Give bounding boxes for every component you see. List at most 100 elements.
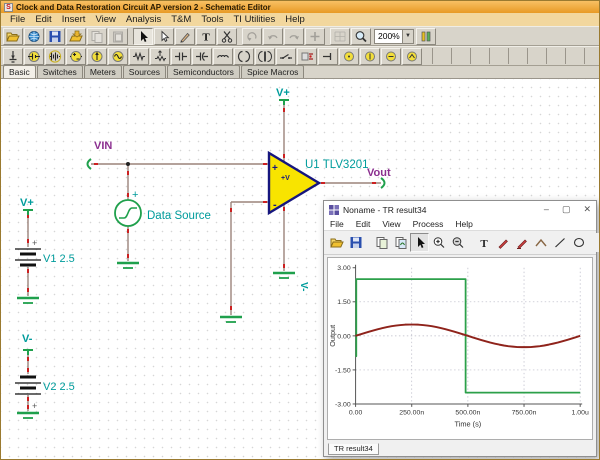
data-source-label[interactable]: Data Source	[147, 210, 211, 222]
electrolytic-capacitor-button[interactable]	[192, 48, 212, 65]
ground-symbols[interactable]	[17, 263, 295, 418]
select-tool-button[interactable]	[133, 28, 153, 45]
current-source-button[interactable]	[87, 48, 107, 65]
coupled-inductor-button[interactable]	[234, 48, 254, 65]
transient-chart[interactable]: 3.001.500.00-1.50-3.000.00250.00n500.00n…	[328, 258, 592, 439]
plot-area[interactable]: 3.001.500.00-1.50-3.000.00250.00n500.00n…	[327, 257, 593, 440]
zoom-out-button[interactable]	[448, 233, 467, 252]
ellipse-tool-button[interactable]	[569, 233, 588, 252]
dropdown-arrow-icon[interactable]: ▼	[402, 30, 413, 43]
tab-spice-macros[interactable]: Spice Macros	[241, 65, 305, 78]
maximize-button[interactable]: ▢	[562, 205, 571, 214]
opamp-vminus-rail-label[interactable]: V-	[298, 282, 309, 291]
v1-rail-terminal[interactable]	[23, 210, 33, 215]
ground-opamp-vminus[interactable]	[273, 273, 295, 278]
plot-title-bar[interactable]: Noname - TR result34 – ▢ ✕	[324, 201, 596, 218]
ohmmeter-button[interactable]	[381, 48, 401, 65]
result-tab[interactable]: TR result34	[328, 443, 379, 455]
battery-component-button[interactable]	[24, 48, 44, 65]
vin-terminal[interactable]	[88, 159, 92, 169]
ground-data-source[interactable]	[117, 263, 139, 268]
select-region-button[interactable]	[154, 28, 174, 45]
delete-tool-button[interactable]	[217, 28, 237, 45]
menu-help[interactable]: Help	[280, 14, 310, 25]
tab-switches[interactable]: Switches	[37, 65, 83, 78]
line-tool-button[interactable]	[550, 233, 569, 252]
plot-cursor-button[interactable]	[410, 233, 429, 252]
vout-terminal[interactable]	[381, 178, 385, 188]
menu-analysis[interactable]: Analysis	[121, 14, 166, 25]
zoom-level-select[interactable]: 200% ▼	[374, 29, 414, 44]
zoom-in-button[interactable]	[429, 233, 448, 252]
open-button[interactable]	[3, 28, 23, 45]
copy-button[interactable]	[87, 28, 107, 45]
menu-view[interactable]: View	[90, 14, 120, 25]
title-bar[interactable]: S Clock and Data Restoration Circuit AP …	[1, 1, 599, 13]
voltmeter-button[interactable]	[339, 48, 359, 65]
plot-open-button[interactable]	[327, 233, 346, 252]
plot-menu-process[interactable]: Process	[407, 219, 450, 229]
redo-button[interactable]	[284, 28, 304, 45]
ammeter-button[interactable]	[360, 48, 380, 65]
switch-component-button[interactable]	[276, 48, 296, 65]
vin-label[interactable]: VIN	[94, 140, 112, 152]
v2-rail-terminal[interactable]	[23, 350, 33, 355]
opamp-vplus-rail-label[interactable]: V+	[276, 87, 290, 99]
copy-curve-button[interactable]	[391, 233, 410, 252]
rotate-left-button[interactable]	[242, 28, 262, 45]
close-button[interactable]: ✕	[583, 205, 591, 214]
generator-component-button[interactable]	[108, 48, 128, 65]
v2-rail-label[interactable]: V-	[22, 333, 33, 345]
opamp-ref-label[interactable]: U1 TLV3201	[305, 159, 369, 171]
component-pins-button[interactable]	[416, 28, 436, 45]
inductor-component-button[interactable]	[213, 48, 233, 65]
grid-toggle-button[interactable]	[330, 28, 350, 45]
save-button[interactable]	[45, 28, 65, 45]
plot-save-button[interactable]	[346, 233, 365, 252]
tab-sources[interactable]: Sources	[123, 65, 166, 78]
undo-button[interactable]	[263, 28, 283, 45]
v1-value-label[interactable]: V1 2.5	[43, 253, 75, 265]
ruler-button[interactable]	[531, 233, 550, 252]
add-button[interactable]	[305, 28, 325, 45]
v1-battery-symbol[interactable]	[15, 249, 41, 265]
jumper-component-button[interactable]	[3, 48, 23, 65]
minimize-button[interactable]: –	[544, 205, 549, 214]
vout-label[interactable]: Vout	[367, 167, 391, 179]
menu-insert[interactable]: Insert	[57, 14, 91, 25]
menu-ti-utilities[interactable]: TI Utilities	[229, 14, 281, 25]
plot-menu-view[interactable]: View	[376, 219, 406, 229]
plot-menu-help[interactable]: Help	[449, 219, 478, 229]
copy-page-button[interactable]	[372, 233, 391, 252]
multicell-battery-button[interactable]	[45, 48, 65, 65]
tab-semiconductors[interactable]: Semiconductors	[167, 65, 240, 78]
export-button[interactable]	[66, 28, 86, 45]
potentiometer-button[interactable]	[150, 48, 170, 65]
voltage-pin-button[interactable]	[318, 48, 338, 65]
capacitor-component-button[interactable]	[171, 48, 191, 65]
v1-rail-label[interactable]: V+	[20, 197, 34, 209]
text-tool-button[interactable]: T	[196, 28, 216, 45]
menu-edit[interactable]: Edit	[30, 14, 56, 25]
voltage-source-button[interactable]	[66, 48, 86, 65]
menu-tm[interactable]: T&M	[166, 14, 196, 25]
zoom-button[interactable]	[351, 28, 371, 45]
ground-v1[interactable]	[17, 298, 39, 303]
vplus-rail-terminal[interactable]	[279, 100, 289, 105]
wire-tool-button[interactable]	[175, 28, 195, 45]
v2-value-label[interactable]: V2 2.5	[43, 381, 75, 393]
relay-component-button[interactable]	[297, 48, 317, 65]
transformer-component-button[interactable]	[255, 48, 275, 65]
menu-file[interactable]: File	[5, 14, 30, 25]
paste-button[interactable]	[108, 28, 128, 45]
cursor-a-button[interactable]	[595, 233, 600, 252]
ground-minus-input[interactable]	[220, 317, 242, 322]
menu-tools[interactable]: Tools	[196, 14, 228, 25]
plot-menu-edit[interactable]: Edit	[350, 219, 377, 229]
tab-basic[interactable]: Basic	[3, 65, 36, 78]
v2-battery-symbol[interactable]	[15, 377, 41, 394]
annotate-pen-button[interactable]	[493, 233, 512, 252]
annotate-pen2-button[interactable]	[512, 233, 531, 252]
oscilloscope-probe-button[interactable]	[402, 48, 422, 65]
tab-meters[interactable]: Meters	[84, 65, 122, 78]
